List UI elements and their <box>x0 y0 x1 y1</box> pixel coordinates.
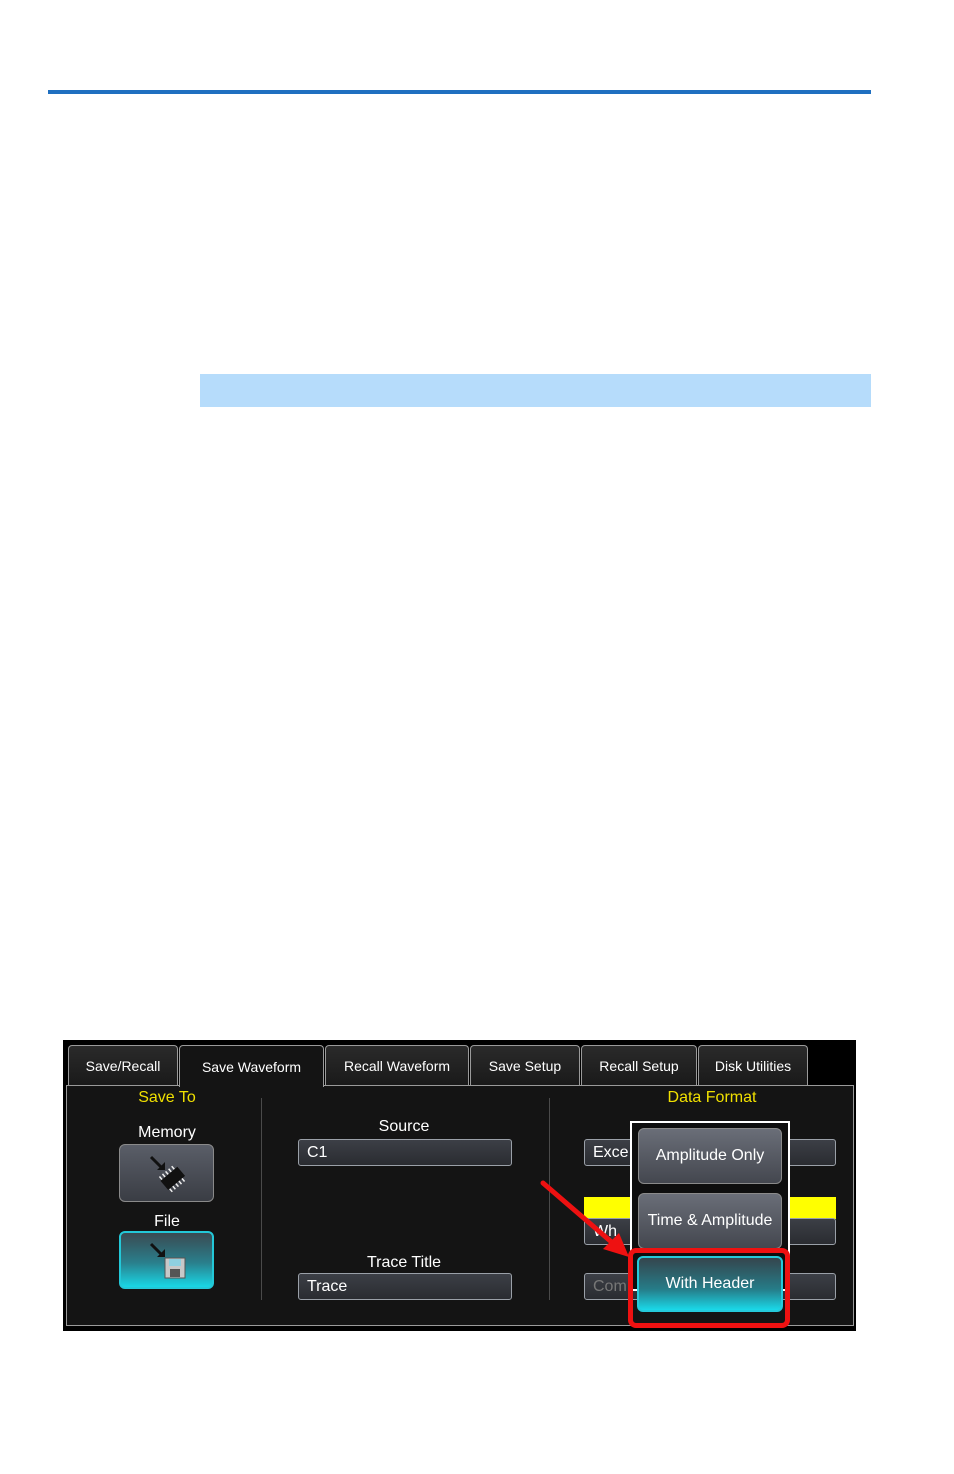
top-rule <box>48 90 871 94</box>
scope-dialog: Save/Recall Save Waveform Recall Wavefor… <box>63 1040 856 1331</box>
section-header-bar <box>200 374 871 407</box>
tab-save-waveform[interactable]: Save Waveform <box>179 1045 324 1087</box>
